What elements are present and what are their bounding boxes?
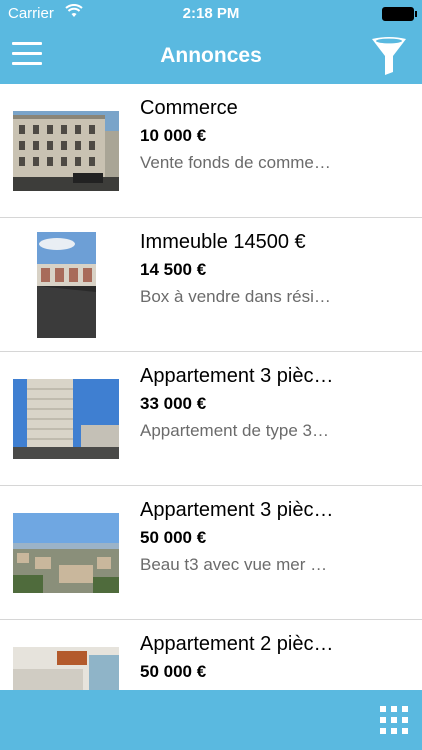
listing-title: Commerce bbox=[140, 97, 238, 119]
listings-list[interactable]: Commerce 10 000 € Vente fonds de comme… … bbox=[0, 84, 422, 690]
listing-thumbnail bbox=[37, 232, 96, 338]
listing-title: Appartement 3 pièc… bbox=[140, 365, 334, 387]
listing-thumbnail bbox=[13, 647, 119, 690]
listing-row[interactable]: Appartement 3 pièc… 50 000 € Beau t3 ave… bbox=[0, 486, 422, 620]
bottom-toolbar bbox=[0, 690, 422, 750]
listing-row[interactable]: Appartement 3 pièc… 33 000 € Appartement… bbox=[0, 352, 422, 486]
listing-description: Beau t3 avec vue mer … bbox=[140, 555, 328, 574]
listing-row[interactable]: Commerce 10 000 € Vente fonds de comme… bbox=[0, 84, 422, 218]
listing-price: 14 500 € bbox=[140, 260, 207, 279]
listing-price: 33 000 € bbox=[140, 394, 207, 413]
battery-icon bbox=[382, 7, 417, 21]
listing-price: 50 000 € bbox=[140, 662, 207, 681]
grid-view-icon[interactable] bbox=[380, 706, 408, 734]
page-title: Annonces bbox=[160, 44, 262, 67]
listing-price: 10 000 € bbox=[140, 126, 207, 145]
listing-title: Immeuble 14500 € bbox=[140, 231, 306, 253]
listing-description: Box à vendre dans rési… bbox=[140, 287, 331, 306]
listing-description: Appartement de type 3… bbox=[140, 421, 330, 440]
status-bar: Carrier 2:18 PM bbox=[0, 0, 422, 28]
listing-row[interactable]: Immeuble 14500 € 14 500 € Box à vendre d… bbox=[0, 218, 422, 352]
listing-title: Appartement 3 pièc… bbox=[140, 499, 334, 521]
listing-description: Vente fonds de comme… bbox=[140, 153, 331, 172]
listing-thumbnail bbox=[13, 379, 119, 459]
listing-thumbnail bbox=[13, 513, 119, 593]
listing-thumbnail bbox=[13, 111, 119, 191]
listing-title: Appartement 2 pièc… bbox=[140, 633, 334, 655]
funnel-icon[interactable] bbox=[370, 36, 408, 76]
listing-price: 50 000 € bbox=[140, 528, 207, 547]
status-time: 2:18 PM bbox=[182, 5, 240, 22]
listing-row[interactable]: Appartement 2 pièc… 50 000 € bbox=[0, 620, 422, 690]
navigation-bar: Annonces bbox=[0, 28, 422, 84]
